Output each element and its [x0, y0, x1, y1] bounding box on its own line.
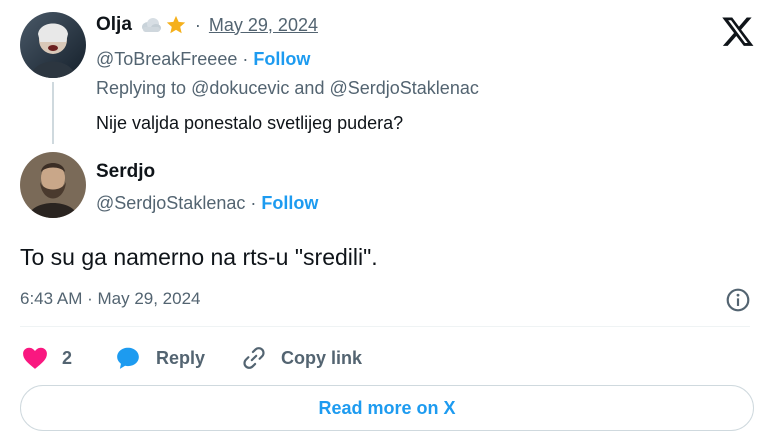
main-author-handle[interactable]: @SerdjoStaklenac — [96, 193, 245, 214]
like-button[interactable]: 2 — [22, 346, 72, 370]
reply-tweet-text: Nije valjda ponestalo svetlijeg pudera? — [96, 113, 404, 133]
heart-icon — [22, 346, 62, 370]
replying-mention-2[interactable]: @SerdjoStaklenac — [329, 78, 478, 98]
replying-prefix: Replying to — [96, 78, 187, 98]
main-author-name[interactable]: Serdjo — [96, 161, 155, 183]
replying-to: Replying to @dokucevic and @SerdjoStakle… — [96, 78, 479, 99]
replying-and: and — [294, 78, 325, 98]
separator-dot: · — [250, 193, 257, 213]
author-handle[interactable]: @ToBreakFreeee — [96, 49, 237, 70]
main-follow-button[interactable]: Follow — [261, 193, 318, 214]
read-more-button[interactable]: Read more on X — [20, 385, 754, 431]
x-logo-icon[interactable] — [720, 14, 756, 53]
like-count: 2 — [62, 347, 73, 368]
main-handle-row: @SerdjoStaklenac · Follow — [96, 193, 318, 214]
star-icon — [165, 14, 187, 36]
main-tweet-text: To su ga namerno na rts-u "sredili". — [20, 244, 378, 270]
reply-tweet-header: Olja · May 29, 2024 — [96, 14, 318, 36]
info-icon[interactable] — [725, 287, 751, 318]
avatar-olja[interactable] — [20, 12, 86, 78]
divider — [20, 326, 750, 327]
tweet-timestamp[interactable]: 6:43 AM · May 29, 2024 — [20, 289, 201, 309]
read-more-label: Read more on X — [318, 397, 456, 418]
separator-dot: · — [194, 14, 201, 35]
avatar-olja-image — [20, 12, 86, 78]
separator-dot: · — [242, 49, 249, 69]
reply-bubble-icon — [114, 345, 156, 371]
avatar-serdjo-image — [20, 152, 86, 218]
avatar-serdjo[interactable] — [20, 152, 86, 218]
copy-link-button[interactable]: Copy link — [241, 345, 362, 371]
reply-button[interactable]: Reply — [114, 345, 205, 371]
reply-label: Reply — [156, 347, 206, 368]
thread-line — [52, 82, 54, 144]
author-name[interactable]: Olja — [96, 14, 132, 36]
cloud-icon — [140, 16, 162, 34]
tweet-date[interactable]: May 29, 2024 — [209, 15, 318, 36]
replying-mention-1[interactable]: @dokucevic — [191, 78, 289, 98]
link-icon — [241, 345, 281, 371]
follow-button[interactable]: Follow — [253, 49, 310, 70]
action-bar: 2 Reply Copy link — [22, 344, 398, 372]
reply-handle-row: @ToBreakFreeee · Follow — [96, 49, 310, 70]
copy-link-label: Copy link — [281, 347, 363, 368]
